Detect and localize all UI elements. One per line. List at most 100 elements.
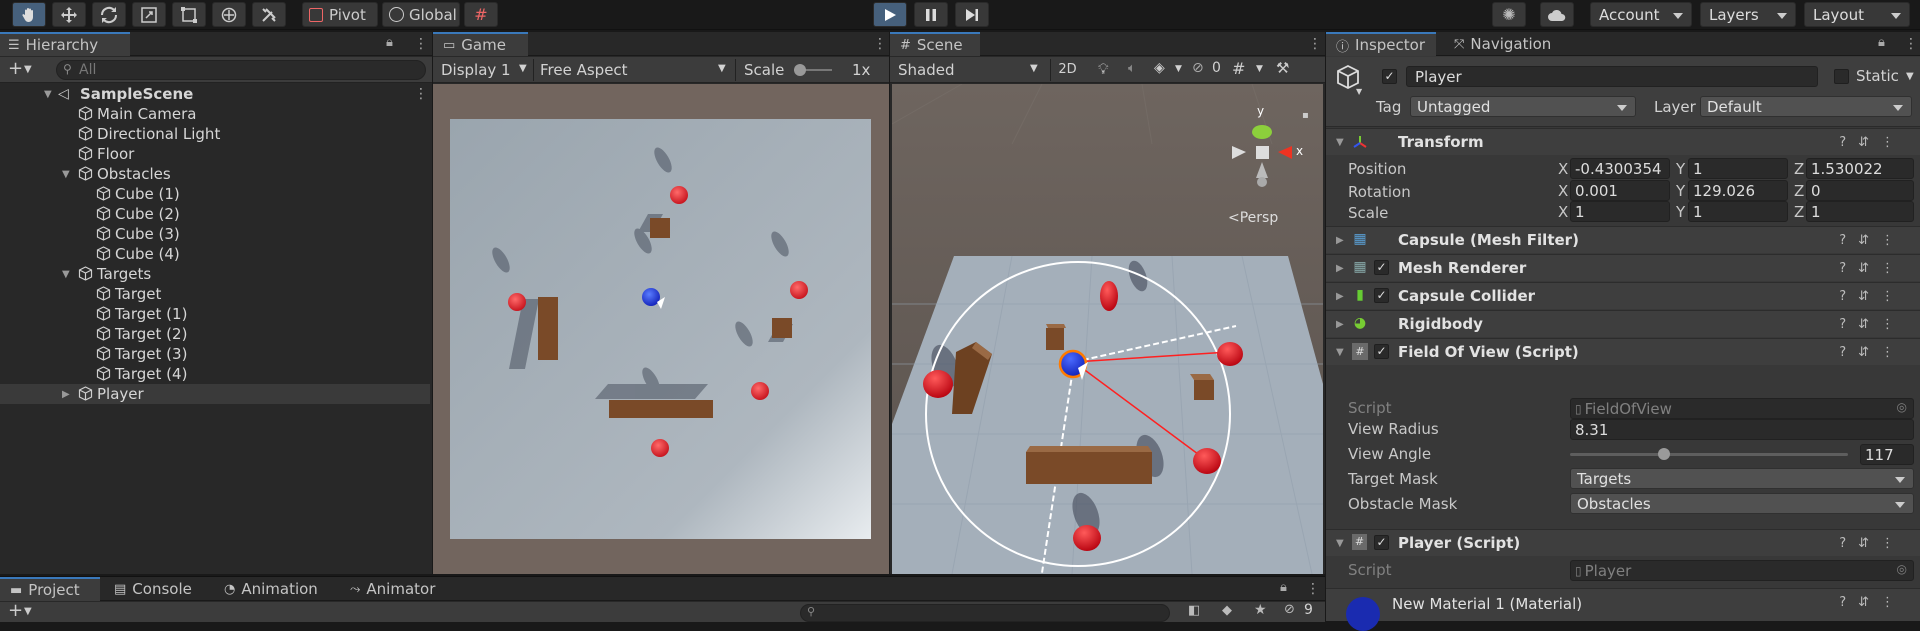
position-x-field[interactable]: -0.4300354 [1570,158,1670,179]
hierarchy-item[interactable]: Floor [0,144,430,164]
rect-tool-button[interactable] [172,2,206,27]
bottom-panel-menu-icon[interactable]: ⋮ [1306,582,1320,596]
expand-caret-icon[interactable]: ▶ [1336,319,1344,330]
tab-game[interactable]: ▭ Game [433,32,528,56]
project-search-input[interactable]: ⚲ [800,604,1170,622]
hierarchy-item[interactable]: Main Camera [0,104,430,124]
services-button[interactable]: ✺ [1492,2,1526,27]
scale-x-field[interactable]: 1 [1570,201,1670,222]
scale-tool-button[interactable] [132,2,166,27]
tab-scene[interactable]: # Scene [890,32,980,56]
tab-animation[interactable]: ◔ Animation [214,577,336,601]
expand-caret-icon[interactable]: ▼ [44,89,52,100]
rotation-x-field[interactable]: 0.001 [1570,180,1670,201]
fov-header[interactable]: ▼ # ✓ Field Of View (Script) ?⇵⋮ [1326,338,1920,365]
grid-toggle-icon[interactable]: # [1232,59,1245,78]
hierarchy-item[interactable]: Cube (4) [0,244,430,264]
chevron-down-icon[interactable]: ▼ [1906,71,1914,82]
pause-button[interactable] [914,2,948,27]
hierarchy-item[interactable]: Cube (2) [0,204,430,224]
hierarchy-item[interactable]: Target (4) [0,364,430,384]
tag-dropdown[interactable]: Untagged [1410,96,1636,117]
chevron-down-icon[interactable]: ▼ [1356,87,1362,96]
hierarchy-item[interactable]: Target (3) [0,344,430,364]
scene-row[interactable]: ▼ ◁ SampleScene ⋮ [0,84,430,104]
rotation-z-field[interactable]: 0 [1806,180,1914,201]
mesh-renderer-enabled-checkbox[interactable]: ✓ [1374,260,1389,275]
component-header-icons[interactable]: ?⇵⋮ [1839,345,1906,360]
capsule-collider-header[interactable]: ▶ ▮ ✓ Capsule Collider ?⇵⋮ [1326,282,1920,309]
favorite-icon[interactable]: ★ [1254,602,1267,618]
expand-caret-icon[interactable]: ▶ [62,389,70,400]
chevron-down-icon[interactable]: ▼ [1256,64,1263,74]
hidden-objects-icon[interactable]: ⊘ [1192,60,1204,76]
chevron-down-icon[interactable]: ▼ [1175,64,1182,74]
target-mask-dropdown[interactable]: Targets [1570,468,1914,489]
effects-icon[interactable]: ◈ [1154,60,1165,76]
expand-caret-icon[interactable]: ▶ [1336,263,1344,274]
add-dropdown-icon[interactable]: ▼ [24,64,32,75]
hidden-packages-icon[interactable]: ⊘ [1284,602,1295,617]
global-toggle[interactable]: Global [382,2,460,27]
play-button[interactable] [873,2,907,27]
filter-label-icon[interactable]: ◆ [1222,603,1232,618]
player-script-enabled-checkbox[interactable]: ✓ [1374,535,1389,550]
rigidbody-header[interactable]: ▶ ◕ Rigidbody ?⇵⋮ [1326,310,1920,337]
expand-caret-icon[interactable]: ▶ [1336,291,1344,302]
layers-dropdown[interactable]: Layers [1700,2,1796,27]
layout-dropdown[interactable]: Layout [1804,2,1910,27]
expand-caret-icon[interactable]: ▶ [1336,235,1344,246]
hierarchy-item[interactable]: ▼ Obstacles [0,164,430,184]
mesh-renderer-header[interactable]: ▶ ▦ ✓ Mesh Renderer ?⇵⋮ [1326,254,1920,281]
rotation-y-field[interactable]: 129.026 [1688,180,1788,201]
pivot-toggle[interactable]: Pivot [302,2,378,27]
layer-dropdown[interactable]: Default [1700,96,1912,117]
active-checkbox[interactable]: ✓ [1382,69,1397,84]
component-header-icons[interactable]: ?⇵⋮ [1839,289,1906,304]
rotate-tool-button[interactable] [92,2,126,27]
object-picker-icon[interactable]: ◎ [1897,562,1907,576]
hierarchy-search-input[interactable]: ⚲ All [56,60,426,80]
move-tool-button[interactable] [52,2,86,27]
gizmos-icon[interactable]: ⚒︎ [1276,59,1289,77]
panel-menu-icon[interactable]: ⋮ [414,37,428,51]
view-radius-field[interactable]: 8.31 [1570,419,1914,440]
lock-icon[interactable]: 🔒︎ [1878,35,1885,50]
scene-gizmo[interactable]: y x ▪ [1192,104,1312,202]
tab-console[interactable]: ▤ Console [104,577,210,601]
fov-enabled-checkbox[interactable]: ✓ [1374,344,1389,359]
static-checkbox[interactable] [1834,69,1849,84]
expand-caret-icon[interactable]: ▼ [1336,538,1344,549]
view-angle-slider-handle[interactable] [1658,448,1670,460]
tab-project[interactable]: ▬ Project [0,577,100,601]
hierarchy-item[interactable]: ▼ Targets [0,264,430,284]
mode-2d-toggle[interactable]: 2D [1050,59,1084,81]
component-header-icons[interactable]: ?⇵⋮ [1839,317,1906,332]
position-y-field[interactable]: 1 [1688,158,1788,179]
player-script-header[interactable]: ▼ # ✓ Player (Script) ?⇵⋮ [1326,529,1920,556]
scale-z-field[interactable]: 1 [1806,201,1914,222]
filter-type-icon[interactable]: ◧ [1188,603,1200,618]
add-icon[interactable]: + [8,600,23,621]
position-z-field[interactable]: 1.530022 [1806,158,1914,179]
account-dropdown[interactable]: Account [1590,2,1692,27]
tab-hierarchy[interactable]: ☰ Hierarchy [0,32,130,56]
scene-panel-menu-icon[interactable]: ⋮ [1308,37,1322,51]
game-viewport[interactable] [433,84,889,574]
tab-navigation[interactable]: ⤧ Navigation [1444,32,1594,56]
persp-toggle[interactable]: <Persp [1228,210,1278,226]
view-angle-slider-track[interactable] [1570,453,1848,456]
transform-tool-button[interactable] [212,2,246,27]
custom-tools-button[interactable] [252,2,286,27]
scene-menu-icon[interactable]: ⋮ [414,87,428,101]
object-picker-icon[interactable]: ◎ [1897,400,1907,414]
hierarchy-item[interactable]: Cube (3) [0,224,430,244]
obstacle-mask-dropdown[interactable]: Obstacles [1570,493,1914,514]
scale-slider-handle[interactable] [794,64,806,76]
component-header-icons[interactable]: ?⇵⋮ [1839,595,1906,610]
cloud-button[interactable] [1540,2,1574,27]
hierarchy-item[interactable]: Target (1) [0,304,430,324]
add-dropdown-icon[interactable]: ▼ [24,606,32,617]
transform-header[interactable]: ▼ Transform ?⇵⋮ [1326,128,1920,155]
hierarchy-item[interactable]: ▶ Player [0,384,430,404]
